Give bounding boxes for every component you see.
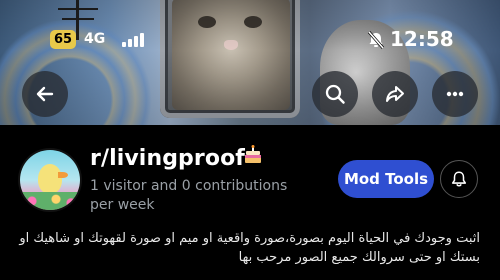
subreddit-name: r/livingproof — [90, 146, 245, 171]
search-icon — [325, 84, 345, 104]
notifications-button[interactable] — [440, 160, 478, 198]
back-arrow-icon — [36, 86, 54, 102]
more-options-button[interactable] — [432, 71, 478, 117]
subreddit-description: اثبت وجودك في الحياة اليوم بصورة،صورة وا… — [19, 231, 480, 265]
cake-icon — [243, 145, 263, 165]
mod-tools-button[interactable]: Mod Tools — [338, 160, 434, 198]
status-bar: 65 4G 12:58 — [0, 27, 500, 52]
bell-icon — [451, 171, 467, 187]
more-horizontal-icon — [446, 91, 464, 97]
search-button[interactable] — [312, 71, 358, 117]
status-time: 12:58 — [390, 27, 454, 51]
share-icon — [386, 86, 404, 102]
subreddit-banner — [0, 0, 500, 125]
network-type: 4G — [84, 31, 106, 47]
back-button[interactable] — [22, 71, 68, 117]
subreddit-avatar[interactable] — [20, 150, 80, 210]
signal-icon — [122, 33, 146, 47]
silent-mode-icon — [366, 30, 386, 50]
status-badge: 65 — [50, 30, 76, 49]
share-button[interactable] — [372, 71, 418, 117]
subreddit-stats: 1 visitor and 0 contributions per week — [90, 178, 288, 213]
